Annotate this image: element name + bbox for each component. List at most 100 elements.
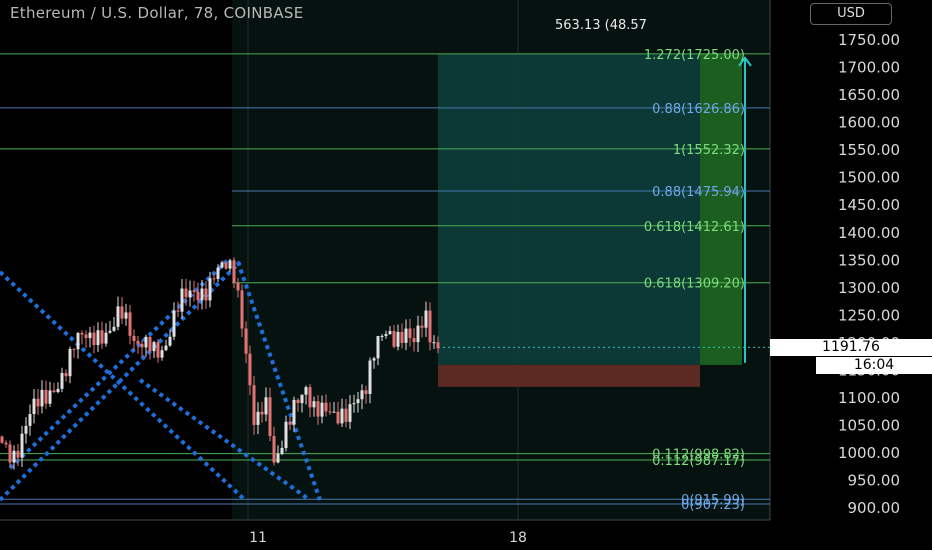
candle-body [308, 387, 312, 408]
candle-body [180, 288, 184, 312]
candle-body [216, 267, 220, 279]
currency-button[interactable]: USD [810, 3, 892, 25]
candle-body [204, 288, 208, 301]
candle-body [144, 336, 148, 348]
price-tick: 1350.00 [838, 251, 900, 269]
candle-body [48, 390, 52, 404]
candle-body [264, 397, 268, 415]
candle-body [340, 408, 344, 424]
candle-body [348, 404, 352, 422]
price-tick: 900.00 [848, 499, 901, 517]
candle-body [136, 340, 140, 344]
time-tick: 11 [249, 530, 267, 546]
candle-body [368, 360, 372, 394]
candle-body [412, 337, 416, 343]
fib-label: 0(907.23) [681, 498, 745, 513]
profit-zone [438, 53, 700, 365]
candle-body [32, 398, 36, 415]
candle-body [36, 398, 40, 407]
candle-body [152, 342, 156, 352]
candle-body [192, 290, 196, 292]
candle-body [384, 334, 388, 336]
candle-body [140, 343, 144, 348]
candle-body [392, 331, 396, 347]
candle-body [228, 260, 232, 269]
candle-body [320, 402, 324, 417]
candle-body [284, 421, 288, 449]
candle-body [408, 328, 412, 338]
chart-title: Ethereum / U.S. Dollar, 78, COINBASE [10, 4, 304, 22]
candle-body [148, 336, 152, 352]
price-tick: 1650.00 [838, 86, 900, 104]
price-chart[interactable]: 1.272(1725.00) 0.88(1626.86) 1(1552.32) 0.8… [0, 0, 932, 550]
candle-body [8, 444, 12, 463]
price-tick: 1050.00 [838, 416, 900, 434]
candle-body [208, 278, 212, 301]
candle-body [396, 331, 400, 347]
candle-body [124, 312, 128, 319]
candle-body [300, 394, 304, 404]
candle-body [112, 326, 116, 331]
candle-body [288, 421, 292, 425]
candle-body [276, 453, 280, 463]
candle-body [196, 291, 200, 301]
price-tick: 1100.00 [838, 389, 900, 407]
candle-body [380, 335, 384, 337]
candle-body [16, 450, 20, 458]
candle-body [352, 403, 356, 405]
candle-body [100, 330, 104, 344]
candle-body [12, 450, 16, 463]
fib-label: 0.88(1626.86) [652, 102, 745, 117]
candle-body [296, 399, 300, 404]
candle-body [72, 348, 76, 350]
price-tick: 1600.00 [838, 114, 900, 132]
price-tick: 1400.00 [838, 224, 900, 242]
candle-body [104, 332, 108, 344]
candle-body [172, 310, 176, 337]
price-tick: 1300.00 [838, 279, 900, 297]
candle-body [404, 328, 408, 343]
candle-body [56, 388, 60, 393]
bar-countdown-tag: 16:04 [816, 357, 932, 374]
price-tick: 1500.00 [838, 169, 900, 187]
price-tick: 1450.00 [838, 196, 900, 214]
candle-body [128, 312, 132, 336]
price-tick: 1250.00 [838, 306, 900, 324]
candle-body [324, 402, 328, 412]
candle-body [84, 334, 88, 339]
candle-body [188, 290, 192, 298]
fib-label: 1.272(1725.00) [644, 48, 745, 63]
candle-body [360, 390, 364, 400]
candle-body [164, 345, 168, 351]
candle-body [268, 397, 272, 437]
candle-body [376, 336, 380, 359]
measure-readout: 563.13 (48.57 [555, 18, 647, 33]
candle-body [336, 411, 340, 424]
candle-body [312, 401, 316, 408]
price-tick: 1000.00 [838, 444, 900, 462]
candle-body [292, 399, 296, 425]
candle-body [96, 330, 100, 346]
candle-body [416, 325, 420, 343]
candle-body [76, 332, 80, 350]
candle-body [220, 262, 224, 268]
fib-label: 0.112(987.17) [652, 454, 745, 469]
candle-body [252, 385, 256, 425]
candle-body [372, 358, 376, 361]
last-price-tag: 1191.76 [770, 339, 932, 356]
candle-body [424, 310, 428, 328]
candle-body [44, 389, 48, 404]
candle-body [132, 335, 136, 341]
candle-body [20, 433, 24, 458]
fib-label: 0.618(1412.61) [644, 220, 745, 235]
candle-body [68, 348, 72, 377]
candle-body [156, 342, 160, 358]
candle-body [4, 442, 8, 445]
candle-body [280, 448, 284, 454]
candle-body [0, 436, 4, 443]
candle-body [332, 411, 336, 413]
candle-body [224, 262, 228, 269]
candle-body [328, 411, 332, 413]
fib-label: 1(1552.32) [673, 143, 745, 158]
candle-body [388, 331, 392, 335]
